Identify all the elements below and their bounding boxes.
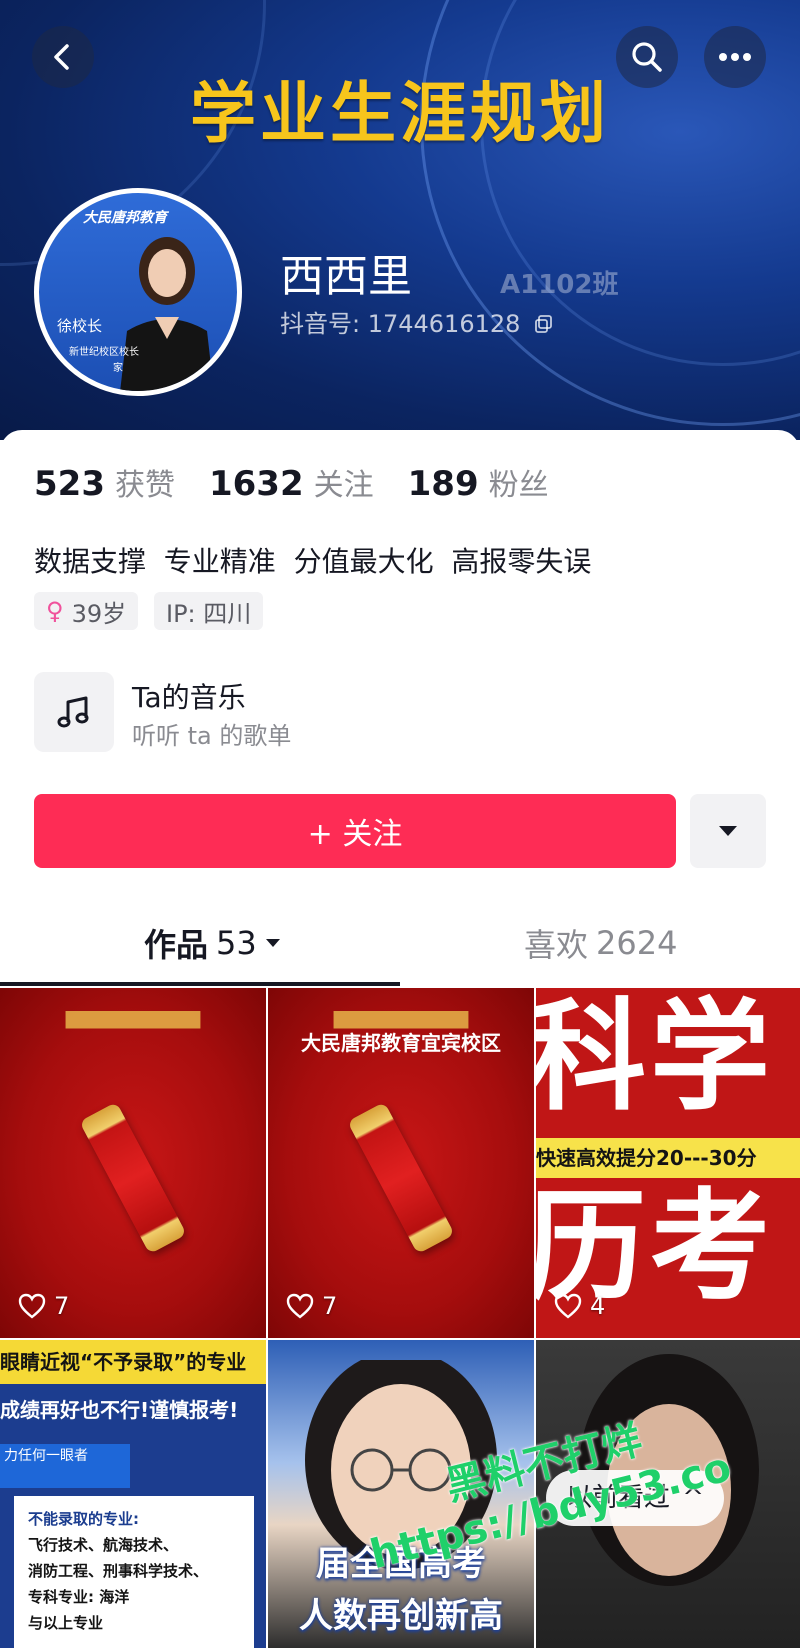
age-tag: ♀ 39岁 <box>34 592 139 630</box>
female-icon: ♀ <box>46 597 64 625</box>
stats-row: 523 获赞 1632 关注 189 粉丝 <box>34 460 549 504</box>
stat-likes[interactable]: 523 获赞 <box>34 460 175 504</box>
avatar[interactable]: 大民唐邦教育 徐校长 新世纪校区校长 家 <box>34 188 242 396</box>
video-caption: 大民唐邦教育宜宾校区 <box>301 1031 501 1055</box>
douyin-id-text: 抖音号: 1744616128 <box>280 310 521 338</box>
caret-down-icon <box>719 826 737 836</box>
avatar-name: 徐校长 <box>57 317 103 335</box>
music-button[interactable] <box>34 672 114 752</box>
copy-icon[interactable] <box>534 314 554 334</box>
like-count: 7 <box>18 1292 69 1320</box>
video-overlay-text-2: 人数再创新高 <box>299 1596 503 1636</box>
video-thumb-4[interactable]: 眼睛近视“不予录取”的专业 成绩再好也不行!谨慎报考! 力任何一眼者 不能录取的… <box>0 1340 266 1648</box>
follow-button[interactable]: + 关注 <box>34 794 676 868</box>
video-big-text-1: 科学 <box>536 988 774 1127</box>
heart-icon <box>286 1293 314 1319</box>
heart-icon <box>554 1293 582 1319</box>
class-watermark: A1102班 <box>500 270 619 300</box>
douyin-id[interactable]: 抖音号: 1744616128 <box>280 304 554 339</box>
video-headline-2: 成绩再好也不行!谨慎报考! <box>0 1398 239 1422</box>
back-button[interactable] <box>32 26 94 88</box>
back-arrow-icon <box>54 44 69 70</box>
firecracker-image <box>347 1101 455 1255</box>
video-thumb-1[interactable]: ▂▂▂ 7 <box>0 988 266 1338</box>
stat-followers[interactable]: 189 粉丝 <box>408 460 549 504</box>
search-icon <box>632 42 662 72</box>
caret-down-icon <box>265 939 280 947</box>
avatar-caption: 新世纪校区校长 <box>69 347 139 358</box>
music-note-icon <box>57 696 89 728</box>
music-subtitle: 听听 ta 的歌单 <box>132 722 292 750</box>
tab-underline <box>0 982 400 986</box>
nickname: 西西里 <box>280 251 412 302</box>
more-button[interactable] <box>704 26 766 88</box>
ip-tag: IP: 四川 <box>154 592 264 630</box>
like-count: 7 <box>286 1292 337 1320</box>
video-headline-1: 眼睛近视“不予录取”的专业 <box>0 1340 266 1384</box>
music-title[interactable]: Ta的音乐 <box>132 676 246 716</box>
firecracker-image <box>79 1101 187 1255</box>
bio: 数据支撑 专业精准 分值最大化 高报零失误 <box>34 545 592 578</box>
like-count: 4 <box>554 1292 605 1320</box>
avatar-caption-2: 家 <box>113 363 123 374</box>
video-band-text: 快速高效提分20---30分 <box>536 1138 800 1178</box>
more-dots-icon <box>719 53 751 61</box>
person-photo <box>120 237 214 391</box>
video-thumb-2[interactable]: ▂▂▂ 大民唐邦教育宜宾校区 7 <box>268 988 534 1338</box>
tab-likes[interactable]: 喜欢 2624 <box>524 920 677 966</box>
follow-options-button[interactable] <box>690 794 766 868</box>
video-thumb-3[interactable]: 科学 快速高效提分20---30分 历考 4 <box>536 988 800 1338</box>
stat-following[interactable]: 1632 关注 <box>209 460 374 504</box>
heart-icon <box>18 1293 46 1319</box>
tab-works[interactable]: 作品 53 <box>144 920 281 966</box>
search-button[interactable] <box>616 26 678 88</box>
video-side-text: 力任何一眼者 <box>0 1444 130 1488</box>
banner-title: 学业生涯规划 <box>190 75 610 152</box>
video-list-card: 不能录取的专业: 飞行技术、航海技术、 消防工程、刑事科学技术、 专科专业: 海… <box>14 1496 254 1648</box>
